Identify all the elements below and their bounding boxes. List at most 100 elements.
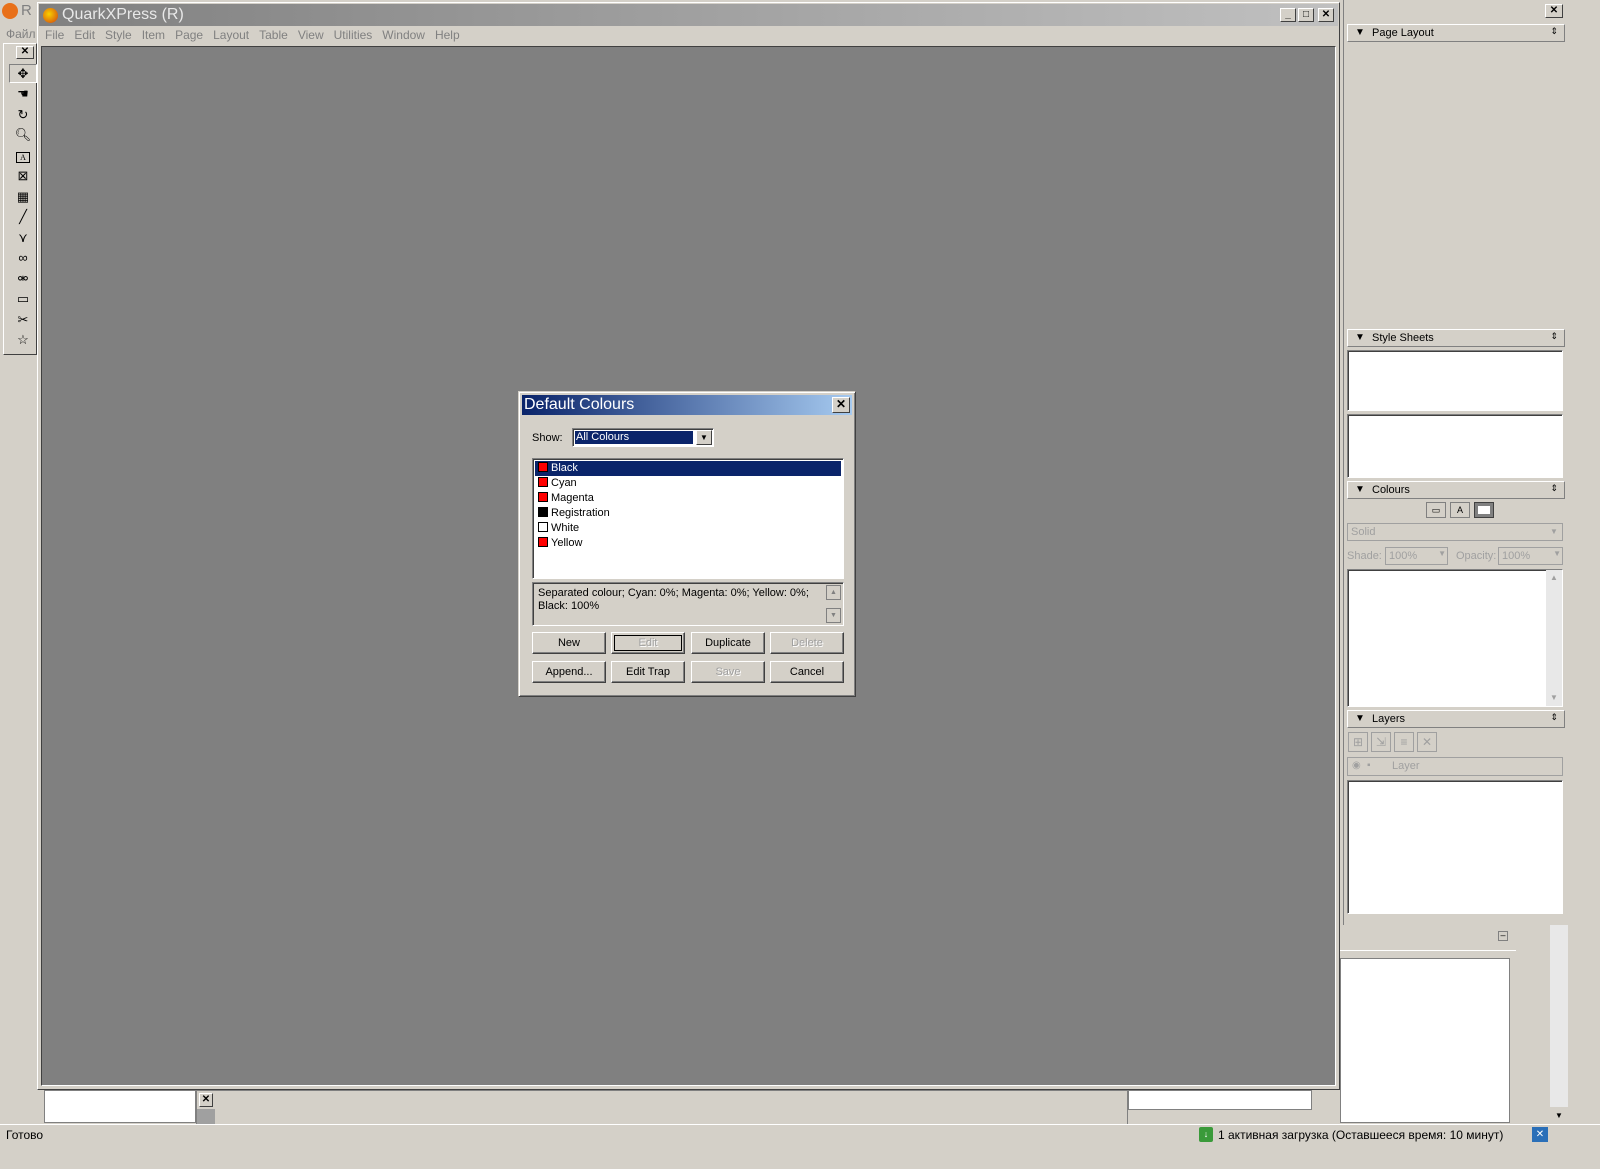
show-select[interactable]: All Colours ▼ <box>572 428 714 447</box>
colour-item-yellow[interactable]: Yellow <box>535 536 841 551</box>
scroll-down-icon[interactable]: ▼ <box>826 608 841 623</box>
paragraph-styles-list[interactable] <box>1347 350 1563 411</box>
menu-layout[interactable]: Layout <box>208 26 254 44</box>
menu-page[interactable]: Page <box>170 26 208 44</box>
scroll-up-icon[interactable]: ▲ <box>826 585 841 600</box>
bottom-palette-close-button[interactable]: ✕ <box>199 1093 213 1107</box>
move-icon[interactable]: ✥ <box>9 64 37 83</box>
content-icon[interactable]: ☚ <box>9 85 37 104</box>
menu-view[interactable]: View <box>293 26 329 44</box>
maximize-button[interactable]: □ <box>1298 8 1314 22</box>
swatch <box>538 492 548 502</box>
colours-list[interactable]: ▲ ▼ <box>1347 569 1563 707</box>
dropdown-arrow-icon: ▼ <box>1553 549 1561 558</box>
frame-colour-icon[interactable]: ▭ <box>1426 502 1446 518</box>
tools-close-button[interactable]: ✕ <box>16 46 34 59</box>
colour-item-magenta[interactable]: Magenta <box>535 491 841 506</box>
colour-item-cyan[interactable]: Cyan <box>535 476 841 491</box>
menu-item[interactable]: Item <box>137 26 170 44</box>
menu-window[interactable]: Window <box>377 26 430 44</box>
menu-edit[interactable]: Edit <box>69 26 100 44</box>
text-box-icon[interactable]: A <box>9 147 37 166</box>
menu-style[interactable]: Style <box>100 26 137 44</box>
scissors-icon[interactable]: ✂ <box>9 311 37 330</box>
cancel-button[interactable]: Cancel <box>770 661 844 683</box>
delete-button[interactable]: Delete <box>770 632 844 654</box>
merge-layers-icon[interactable]: ≡ <box>1394 732 1414 752</box>
collapse-triangle-icon[interactable]: ▼ <box>1355 713 1365 724</box>
duplicate-button[interactable]: Duplicate <box>691 632 765 654</box>
menu-help[interactable]: Help <box>430 26 465 44</box>
colour-description: Separated colour; Cyan: 0%; Magenta: 0%;… <box>532 582 844 626</box>
opacity-field[interactable]: 100% ▼ <box>1498 547 1563 565</box>
collapse-triangle-icon[interactable]: ▼ <box>1355 332 1365 343</box>
download-status[interactable]: 1 активная загрузка (Оставшееся время: 1… <box>1218 1128 1503 1142</box>
save-button[interactable]: Save <box>691 661 765 683</box>
picture-box-icon[interactable]: ⊠ <box>9 167 37 186</box>
download-icon[interactable]: ↓ <box>1199 1127 1213 1142</box>
dropdown-arrow-icon[interactable]: ▼ <box>696 430 712 445</box>
up-down-arrows-icon[interactable]: ⇕ <box>1550 26 1558 37</box>
colours-header[interactable]: ▼ Colours ⇕ <box>1347 481 1565 499</box>
close-button[interactable]: ✕ <box>1318 8 1334 22</box>
colour-item-registration[interactable]: Registration <box>535 506 841 521</box>
background-panel-header: – <box>1340 925 1516 951</box>
panel-collapse-icon[interactable]: – <box>1498 931 1508 941</box>
background-app-menu-file[interactable]: Файл <box>6 27 36 41</box>
page-layout-header[interactable]: ▼ Page Layout ⇕ <box>1347 24 1565 42</box>
up-down-arrows-icon[interactable]: ⇕ <box>1550 483 1558 494</box>
table-icon[interactable]: ▦ <box>9 188 37 207</box>
edit-trap-button[interactable]: Edit Trap <box>611 661 685 683</box>
shade-field[interactable]: 100% ▼ <box>1385 547 1448 565</box>
rotate-icon[interactable]: ↻ <box>9 106 37 125</box>
network-status-icon[interactable]: ✕ <box>1532 1127 1548 1142</box>
bezier-line-icon[interactable]: ⋎ <box>9 229 37 248</box>
character-styles-list[interactable] <box>1347 414 1563 478</box>
colours-list-scrollbar[interactable]: ▲ ▼ <box>1546 570 1562 706</box>
colours-listbox[interactable]: Black Cyan Magenta Registration White Ye… <box>532 458 844 579</box>
collapse-triangle-icon[interactable]: ▼ <box>1355 484 1365 495</box>
menu-table[interactable]: Table <box>254 26 293 44</box>
line-icon[interactable]: ╱ <box>9 208 37 227</box>
style-sheets-header[interactable]: ▼ Style Sheets ⇕ <box>1347 329 1565 347</box>
scroll-down-icon[interactable]: ▼ <box>1546 690 1562 706</box>
composition-zones-icon[interactable]: ▭ <box>9 290 37 309</box>
move-to-layer-icon[interactable]: ⇲ <box>1371 732 1391 752</box>
colour-item-black[interactable]: Black <box>535 461 841 476</box>
dropdown-arrow-icon: ▼ <box>1438 549 1446 558</box>
unlink-icon[interactable]: ⚮ <box>9 270 37 289</box>
background-app-letter: R <box>21 2 32 19</box>
scroll-up-icon[interactable]: ▲ <box>1546 570 1562 586</box>
minimize-button[interactable]: _ <box>1280 8 1296 22</box>
scroll-down-icon[interactable]: ▼ <box>1550 1107 1568 1125</box>
bottom-right-field <box>1128 1090 1312 1110</box>
up-down-arrows-icon[interactable]: ⇕ <box>1550 712 1558 723</box>
shade-label: Shade: <box>1347 550 1382 562</box>
layers-header[interactable]: ▼ Layers ⇕ <box>1347 710 1565 728</box>
zoom-icon[interactable]: 🔍︎ <box>9 126 37 145</box>
dialog-close-button[interactable]: ✕ <box>832 397 850 413</box>
title-bar: QuarkXPress (R) _ □ ✕ <box>39 4 1338 26</box>
link-icon[interactable]: ∞ <box>9 249 37 268</box>
edit-button[interactable]: Edit <box>611 632 685 654</box>
fill-type-select[interactable]: Solid ▼ <box>1347 523 1563 541</box>
status-bar: Готово ↓ 1 активная загрузка (Оставшееся… <box>0 1124 1600 1145</box>
new-layer-icon[interactable]: ⊞ <box>1348 732 1368 752</box>
colour-item-white[interactable]: White <box>535 521 841 536</box>
up-down-arrows-icon[interactable]: ⇕ <box>1550 331 1558 342</box>
append-button[interactable]: Append... <box>532 661 606 683</box>
palettes-close-button[interactable]: ✕ <box>1545 4 1563 18</box>
background-scrollbar-track: ▼ <box>1550 925 1568 1125</box>
star-icon[interactable]: ☆ <box>9 331 37 350</box>
collapse-triangle-icon[interactable]: ▼ <box>1355 27 1365 38</box>
default-colours-dialog: Default Colours ✕ Show: All Colours ▼ Bl… <box>518 391 856 697</box>
menu-file[interactable]: File <box>40 26 69 44</box>
text-colour-icon[interactable]: A <box>1450 502 1470 518</box>
layers-list[interactable] <box>1347 780 1563 914</box>
bottom-white-field <box>44 1090 196 1123</box>
menu-utilities[interactable]: Utilities <box>329 26 378 44</box>
layers-column-header: ◉ ▪ Layer <box>1347 757 1563 776</box>
background-colour-icon[interactable] <box>1474 502 1494 518</box>
new-button[interactable]: New <box>532 632 606 654</box>
delete-layer-icon[interactable]: ✕ <box>1417 732 1437 752</box>
